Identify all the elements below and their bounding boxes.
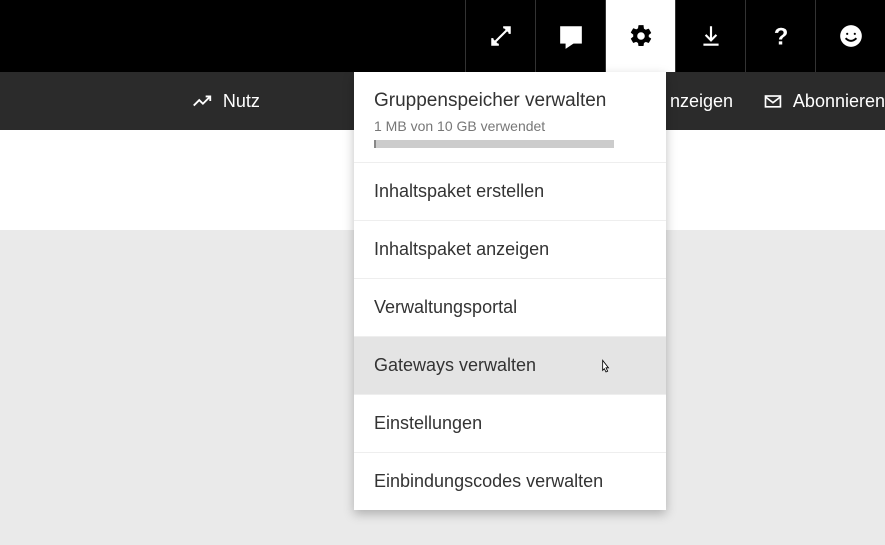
feedback-icon	[558, 23, 584, 49]
storage-progress-fill	[374, 140, 376, 148]
menu-label: Inhaltspaket erstellen	[374, 181, 544, 201]
menu-item-embed-codes[interactable]: Einbindungscodes verwalten	[354, 453, 666, 510]
storage-progress	[374, 140, 614, 148]
gear-icon	[628, 23, 654, 49]
cursor-pointer-icon	[596, 355, 616, 379]
fullscreen-button[interactable]	[465, 0, 535, 72]
usage-label: Nutz	[223, 91, 260, 112]
storage-section[interactable]: Gruppenspeicher verwalten 1 MB von 10 GB…	[354, 72, 666, 163]
menu-label: Einstellungen	[374, 413, 482, 433]
storage-title: Gruppenspeicher verwalten	[374, 90, 646, 112]
top-toolbar: ?	[0, 0, 885, 72]
menu-item-settings[interactable]: Einstellungen	[354, 395, 666, 453]
fullscreen-icon	[488, 23, 514, 49]
settings-dropdown: Gruppenspeicher verwalten 1 MB von 10 GB…	[354, 72, 666, 510]
feedback-button[interactable]	[535, 0, 605, 72]
menu-label: Verwaltungsportal	[374, 297, 517, 317]
menu-label: Gateways verwalten	[374, 355, 536, 375]
usage-link[interactable]: Nutz	[191, 90, 260, 112]
help-button[interactable]: ?	[745, 0, 815, 72]
help-icon: ?	[768, 23, 794, 49]
download-button[interactable]	[675, 0, 745, 72]
menu-item-manage-gateways[interactable]: Gateways verwalten	[354, 337, 666, 395]
mail-icon	[763, 90, 783, 112]
smiley-icon	[838, 23, 864, 49]
menu-label: Inhaltspaket anzeigen	[374, 239, 549, 259]
chart-icon	[191, 90, 213, 112]
menu-item-admin-portal[interactable]: Verwaltungsportal	[354, 279, 666, 337]
menu-label: Einbindungscodes verwalten	[374, 471, 603, 491]
settings-button[interactable]	[605, 0, 675, 72]
download-icon	[698, 23, 724, 49]
view-link[interactable]: nzeigen	[670, 91, 733, 112]
subscribe-label: Abonnieren	[793, 91, 885, 112]
svg-text:?: ?	[773, 24, 788, 49]
storage-subtitle: 1 MB von 10 GB verwendet	[374, 118, 646, 134]
menu-item-create-content-pack[interactable]: Inhaltspaket erstellen	[354, 163, 666, 221]
view-label: nzeigen	[670, 91, 733, 112]
feedback-smiley-button[interactable]	[815, 0, 885, 72]
menu-item-view-content-pack[interactable]: Inhaltspaket anzeigen	[354, 221, 666, 279]
subscribe-link[interactable]: Abonnieren	[763, 90, 885, 112]
